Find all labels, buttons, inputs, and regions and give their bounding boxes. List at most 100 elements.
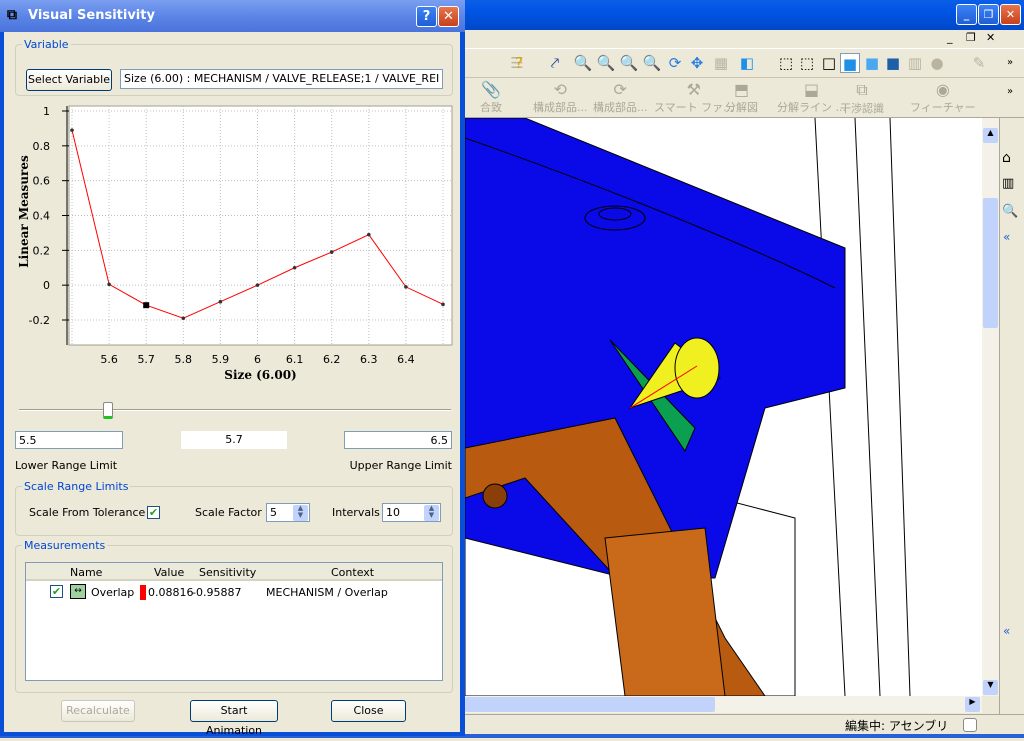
file-explorer-icon[interactable]: 🔍 [1002,204,1018,219]
quick-tips-icon[interactable] [963,718,977,732]
shadows-icon[interactable]: ■ [883,53,903,73]
slider-thumb[interactable] [103,402,114,419]
y-axis-label: Linear Measures [17,155,31,268]
zoom-area-icon[interactable]: 🔍 [596,53,616,73]
data-point [70,128,74,132]
column-header-value[interactable]: Value [154,566,184,579]
smart-fasteners-button[interactable]: ⚒ スマート ファ... [654,80,734,115]
hidden-lines-removed-icon[interactable]: □ [819,53,839,73]
vertical-scroll-thumb[interactable] [983,198,998,328]
y-tick-label: 0 [43,279,50,292]
variable-field[interactable]: Size (6.00) : MECHANISM / VALVE_RELEASE;… [120,69,443,89]
insert-component-button[interactable]: ⟲ 構成部品... [533,80,588,115]
x-tick-label: 5.9 [212,353,230,366]
slider-track [19,409,451,411]
explode-line-button[interactable]: ⬓ 分解ライン ... [777,80,846,115]
pan-icon[interactable]: ✥ [687,53,707,73]
app-close-button[interactable]: ✕ [1000,4,1021,25]
data-point [218,299,223,304]
realview-icon[interactable]: ● [927,53,947,73]
exploded-view-icon: ⬒ [733,80,750,99]
column-header-name[interactable]: Name [70,566,102,579]
vertical-scrollbar[interactable]: ▲ ▼ [982,118,999,696]
feature-icon: ◉ [935,80,950,99]
lower-range-field[interactable]: 5.5 [15,431,123,449]
hidden-lines-visible-icon[interactable]: ⬚ [797,53,817,73]
visual-sensitivity-dialog: ⧉ Visual Sensitivity ? ✕ Variable Select… [0,0,465,737]
toolbar-overflow-icon[interactable]: » [1000,53,1020,73]
x-axis-label: Size (6.00) [224,368,296,382]
expand-icon[interactable]: « [1003,624,1010,638]
y-tick-label: 0.4 [33,210,51,223]
scale-factor-spinner[interactable]: 5 ▲ ▼ [266,503,310,522]
rotate-icon[interactable]: ⟳ [665,53,685,73]
mate-button[interactable]: 📎 合致 [480,80,502,115]
close-button[interactable]: Close [331,700,406,722]
shaded-icon[interactable]: ■ [862,53,882,73]
help-icon[interactable]: ? [509,53,529,73]
x-tick-label: 6.3 [360,353,378,366]
selected-data-point [143,302,150,309]
data-point [441,302,445,307]
view-toolbar: ☰ ? ⤤ 🔍 🔍 🔍 🔍 ⟳ ✥ ▦ ◧ ⬚ ⬚ □ ■ ■ ■ ▥ ● ✎ … [465,48,1024,78]
wireframe-icon[interactable]: ⬚ [776,53,796,73]
section-view-icon[interactable]: ▥ [905,53,925,73]
zoom-in-out-icon[interactable]: 🔍 [619,53,639,73]
upper-range-label: Upper Range Limit [349,459,452,472]
start-animation-button[interactable]: Start Animation [190,700,278,737]
row-checkbox[interactable]: ✔ [50,585,63,598]
3d-drawing-icon[interactable]: ▦ [711,53,731,73]
graphics-viewport[interactable] [465,118,982,696]
scroll-down-button[interactable]: ▼ [983,680,998,695]
doc-close-icon[interactable]: ✕ [986,31,995,44]
data-point [329,250,334,254]
measurements-legend: Measurements [24,539,106,552]
fastener-icon: ⚒ [686,80,701,99]
data-point [367,232,371,237]
dialog-title-bar: ⧉ Visual Sensitivity ? ✕ [0,0,465,32]
column-header-sensitivity[interactable]: Sensitivity [199,566,256,579]
doc-restore-icon[interactable]: ❐ [966,31,976,44]
zoom-selection-icon[interactable]: 🔍 [642,53,662,73]
spinner-arrows-icon[interactable]: ▲ ▼ [424,505,439,521]
table-row[interactable]: ✔ ↔ Overlap 0.08816 -0.95887 MECHANISM /… [26,583,442,601]
upper-range-field[interactable]: 6.5 [344,431,452,449]
assembly-toolbar: 📎 合致 ⟲ 構成部品... ⟳ 構成部品... ⚒ スマート ファ... ⬒ 分解図 ⬓… [465,78,1024,118]
design-library-icon[interactable]: ▥ [1002,176,1014,191]
intervals-spinner[interactable]: 10 ▲ ▼ [382,503,441,522]
select-variable-button[interactable]: Select Variable [26,69,112,91]
zoom-fit-icon[interactable]: 🔍 [573,53,593,73]
scroll-up-button[interactable]: ▲ [983,128,998,143]
collapse-icon[interactable]: « [1003,230,1010,244]
column-header-context[interactable]: Context [331,566,374,579]
horizontal-scrollbar[interactable]: ▶ [465,696,982,713]
help-button[interactable]: ? [416,6,437,27]
recalculate-button[interactable]: Recalculate [61,700,135,722]
view-orientation-icon[interactable]: ◧ [737,53,757,73]
features-button[interactable]: ◉ フィーチャー [910,80,976,115]
scroll-right-button[interactable]: ▶ [965,697,980,712]
scale-from-tolerance-checkbox[interactable]: ✔ [147,506,160,519]
scale-from-tolerance-label: Scale From Tolerance [29,506,146,519]
exploded-view-button[interactable]: ⬒ 分解図 [725,80,758,115]
spinner-arrows-icon[interactable]: ▲ ▼ [293,505,308,521]
select-icon[interactable]: ⤤ [545,53,565,73]
shaded-with-edges-icon[interactable]: ■ [840,53,860,73]
horizontal-scroll-thumb[interactable] [465,697,715,712]
color-swatch [140,585,146,600]
lower-range-label: Lower Range Limit [15,459,118,472]
y-tick-label: 0.6 [33,175,51,188]
dialog-title: Visual Sensitivity [28,8,155,23]
doc-minimize-icon[interactable]: _ [947,31,953,44]
restore-button[interactable]: ❐ [978,4,999,25]
move-component-button[interactable]: ⟳ 構成部品... [593,80,648,115]
linear-measure-icon: ↔ [70,584,86,599]
interference-detection-button[interactable]: ⧉ 干渉認識 [840,80,884,116]
3d-sketch-icon[interactable]: ✎ [969,53,989,73]
data-point [107,282,111,287]
toolbar2-overflow-icon[interactable]: » [1000,82,1020,102]
dialog-close-x-button[interactable]: ✕ [438,6,459,27]
minimize-button[interactable]: _ [956,4,977,25]
value-slider[interactable] [15,400,455,420]
home-icon[interactable]: ⌂ [1002,150,1011,166]
